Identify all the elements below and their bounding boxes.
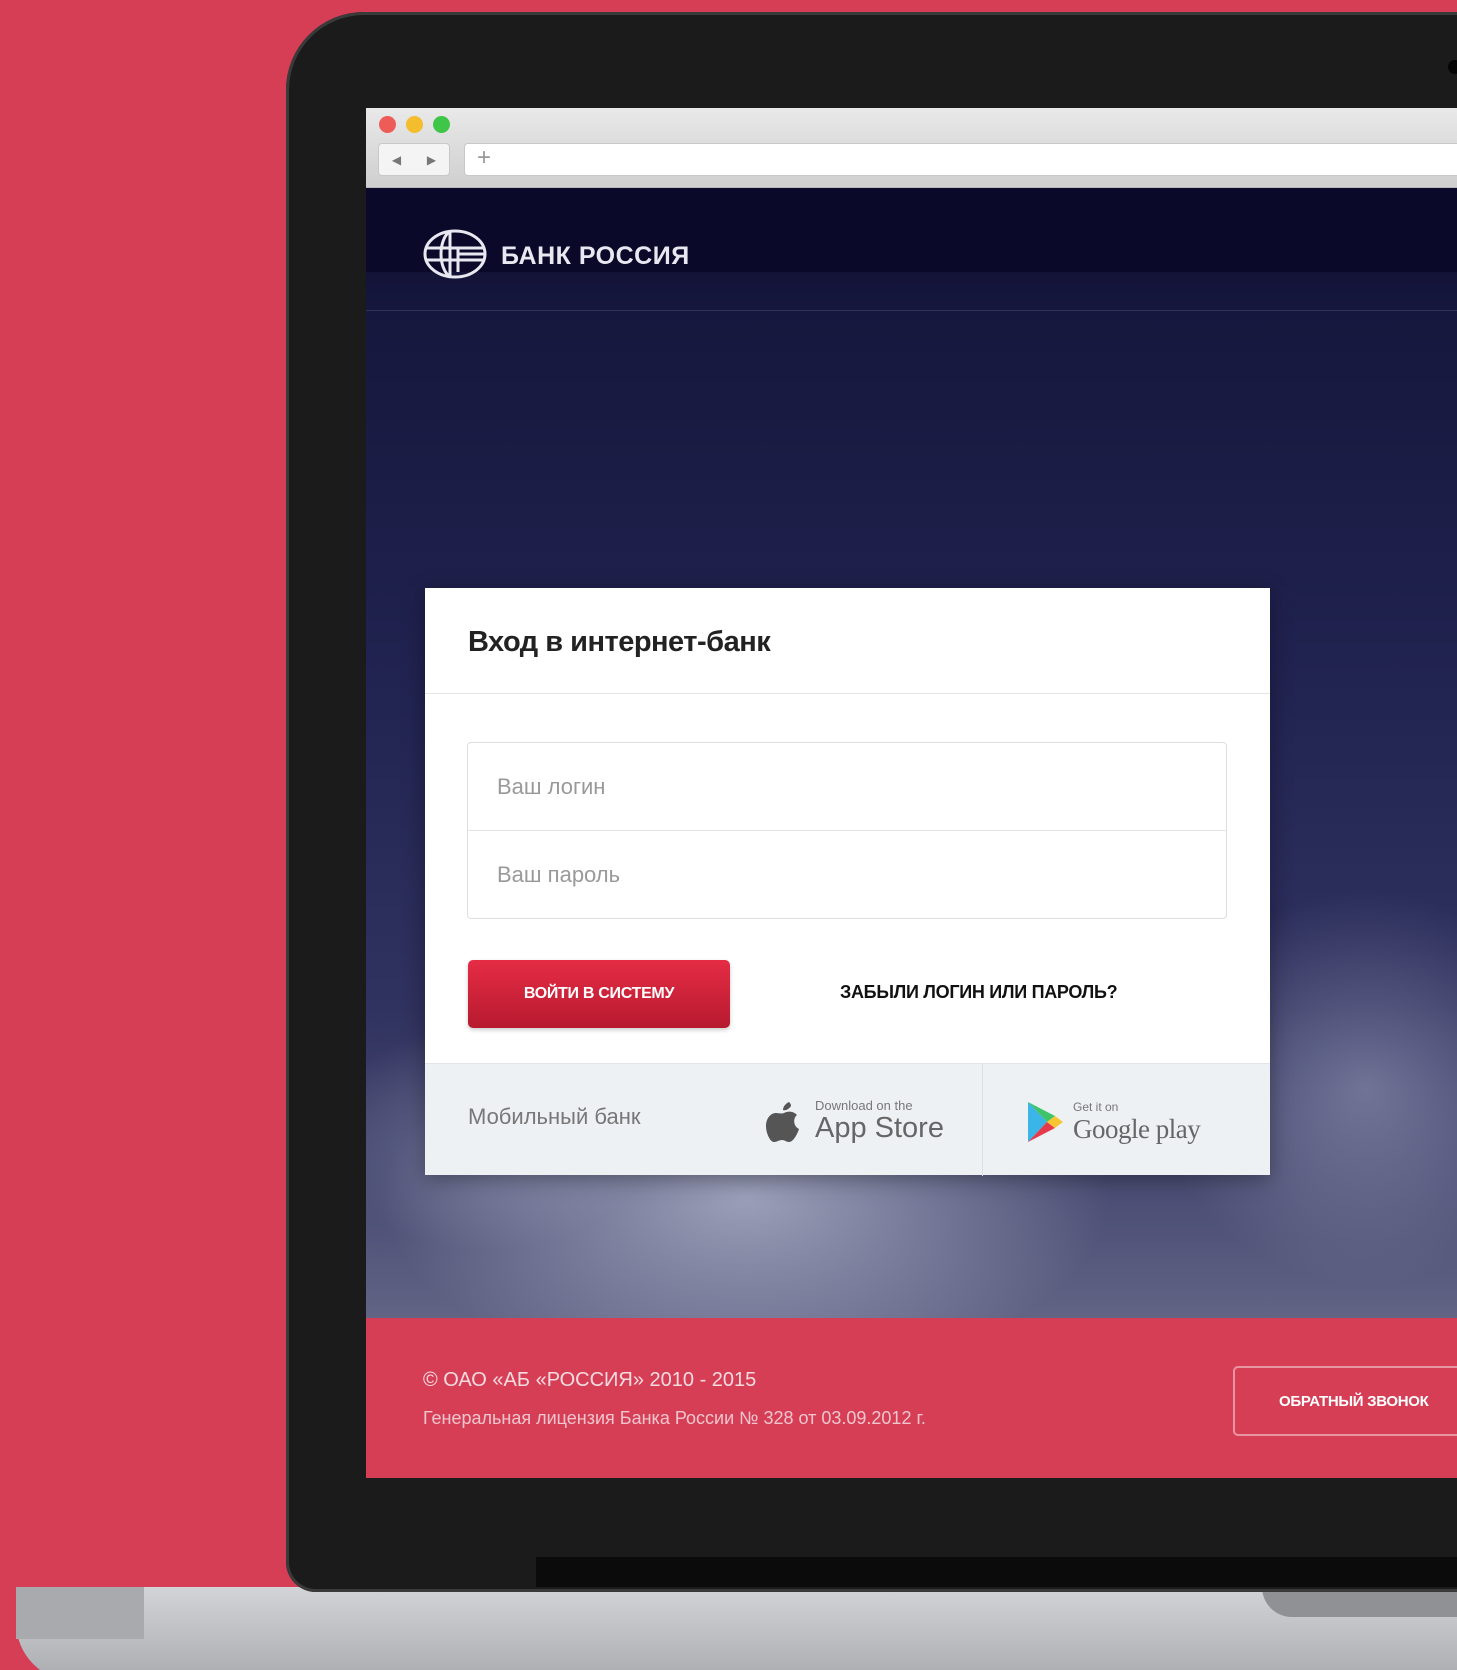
app-store-caption: Download on the xyxy=(815,1098,913,1113)
bank-page: БАНК РОССИЯ Вход в интернет-банк войти в… xyxy=(366,188,1457,1358)
callback-button[interactable]: ОБРАТНЫЙ ЗВОНОК xyxy=(1233,1366,1457,1436)
laptop-base xyxy=(16,1587,1457,1670)
site-header: БАНК РОССИЯ xyxy=(366,188,1457,311)
copyright-text: © ОАО «АБ «РОССИЯ» 2010 - 2015 xyxy=(423,1369,757,1391)
mobile-bank-bar: Мобильный банк Download on the App Store xyxy=(425,1063,1270,1176)
laptop-base-lip xyxy=(16,1587,144,1639)
app-store-badge[interactable]: Download on the App Store xyxy=(765,1094,955,1154)
login-fields xyxy=(467,742,1227,919)
password-input[interactable] xyxy=(468,831,1226,918)
camera xyxy=(1448,60,1457,74)
logo-text[interactable]: БАНК РОССИЯ xyxy=(501,242,690,271)
window-close-button[interactable] xyxy=(379,116,396,133)
browser-toolbar: ◀ ▶ + xyxy=(366,108,1457,188)
laptop-screen: ◀ ▶ + БАНК РОССИЯ Вход в интернет-банк В… xyxy=(366,108,1457,1478)
google-play-caption: Get it on xyxy=(1073,1100,1119,1114)
app-store-label: App Store xyxy=(815,1112,944,1144)
store-divider xyxy=(982,1064,983,1176)
window-minimize-button[interactable] xyxy=(406,116,423,133)
address-bar[interactable]: + xyxy=(464,143,1457,176)
login-card-header: Вход в интернет-банк xyxy=(425,588,1270,694)
new-tab-icon[interactable]: + xyxy=(477,144,491,171)
login-title: Вход в интернет-банк xyxy=(468,626,771,658)
laptop-hinge xyxy=(536,1557,1457,1587)
globe-icon xyxy=(423,229,487,279)
forgot-password-link[interactable]: ЗАБЫЛИ ЛОГИН ИЛИ ПАРОЛЬ? xyxy=(840,982,1118,1003)
google-play-icon xyxy=(1028,1102,1063,1142)
browser-nav-buttons: ◀ ▶ xyxy=(378,143,450,176)
back-arrow-icon[interactable]: ◀ xyxy=(392,153,401,167)
forward-arrow-icon[interactable]: ▶ xyxy=(427,153,436,167)
login-card: Вход в интернет-банк войти в систему ЗАБ… xyxy=(425,588,1270,1176)
google-play-badge[interactable]: Get it on Google play xyxy=(1025,1094,1225,1154)
login-button[interactable]: войти в систему xyxy=(468,960,730,1028)
window-maximize-button[interactable] xyxy=(433,116,450,133)
license-text: Генеральная лицензия Банка России № 328 … xyxy=(423,1408,926,1428)
google-play-label: Google play xyxy=(1073,1114,1201,1144)
mobile-bank-label: Мобильный банк xyxy=(468,1104,641,1129)
site-footer: © ОАО «АБ «РОССИЯ» 2010 - 2015 Генеральн… xyxy=(366,1318,1457,1478)
login-input[interactable] xyxy=(468,743,1226,831)
apple-icon xyxy=(766,1102,799,1142)
